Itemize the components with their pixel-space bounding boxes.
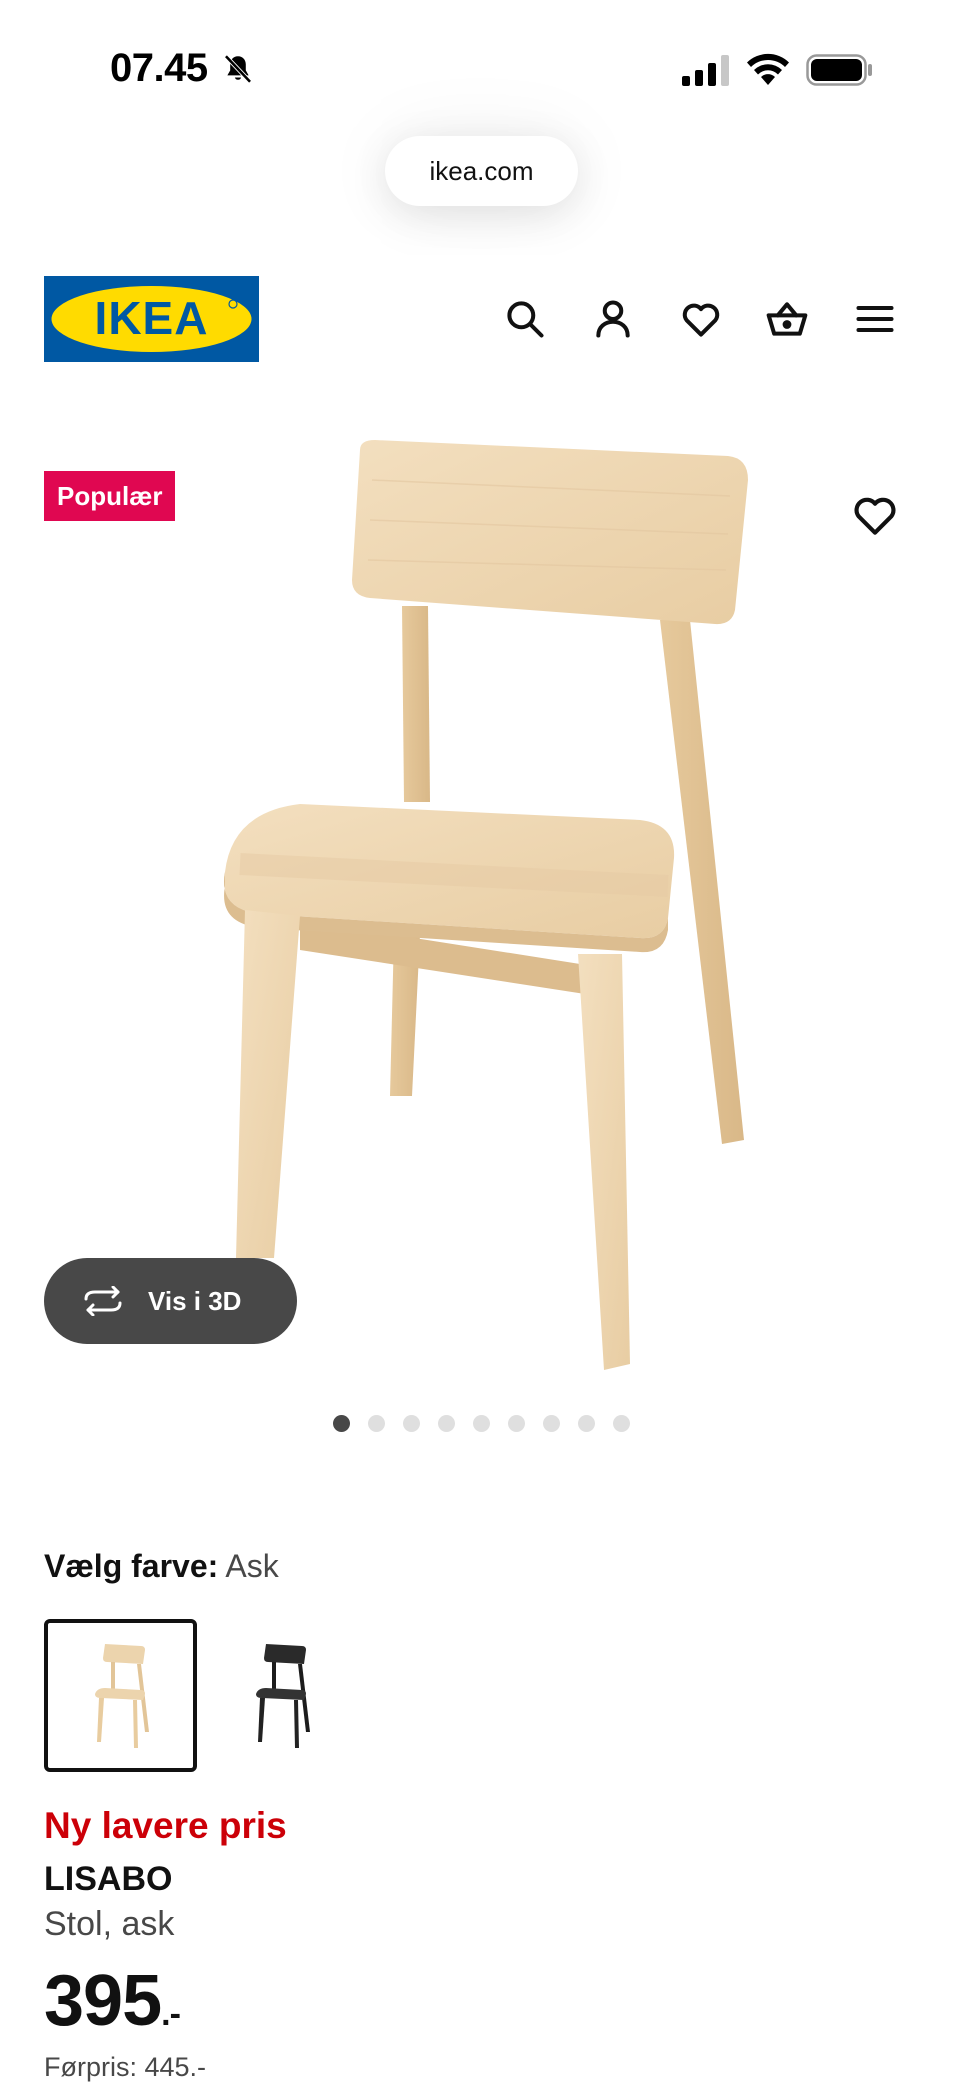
url-bar[interactable]: ikea.com	[385, 136, 578, 206]
account-button[interactable]	[588, 294, 638, 344]
search-button[interactable]	[500, 294, 550, 344]
logo-text: IKEA	[95, 292, 209, 344]
menu-button[interactable]	[850, 294, 900, 344]
status-bar: 07.45	[0, 0, 960, 120]
add-to-wishlist-icon[interactable]	[850, 490, 900, 540]
ikea-logo[interactable]: IKEA	[44, 276, 259, 362]
view-in-3d-label: Vis i 3D	[148, 1285, 242, 1316]
product-name: LISABO	[44, 1860, 173, 1898]
price-value: 395	[44, 1961, 162, 2041]
battery-icon	[806, 54, 872, 86]
colour-selector-label: Vælg farve: Ask	[44, 1548, 279, 1585]
gallery-dot[interactable]	[403, 1415, 420, 1432]
gallery-dot[interactable]	[543, 1415, 560, 1432]
gallery-dot[interactable]	[333, 1415, 350, 1432]
price-suffix: .-	[161, 1995, 181, 2033]
basket-icon	[766, 302, 808, 336]
colour-label-text: Vælg farve:	[44, 1548, 219, 1584]
status-time: 07.45	[110, 46, 208, 90]
previous-price: Førpris: 445.-	[44, 2052, 207, 2082]
product-price: 395.-	[44, 1960, 181, 2042]
gallery-dot[interactable]	[473, 1415, 490, 1432]
gallery-dot[interactable]	[578, 1415, 595, 1432]
gallery-pagination	[333, 1415, 630, 1432]
view-in-3d-button[interactable]: Vis i 3D	[44, 1258, 297, 1344]
colour-swatch-black[interactable]	[205, 1619, 358, 1772]
wishlist-button[interactable]	[676, 294, 726, 344]
search-icon	[507, 301, 544, 338]
wifi-icon	[747, 53, 789, 85]
gallery-dot[interactable]	[368, 1415, 385, 1432]
signal-icon	[682, 55, 729, 86]
gallery-dot[interactable]	[613, 1415, 630, 1432]
bell-muted-icon	[224, 54, 252, 84]
heart-icon	[682, 303, 720, 337]
promo-label: Ny lavere pris	[44, 1805, 287, 1846]
menu-icon	[856, 305, 894, 333]
basket-button[interactable]	[762, 294, 812, 344]
colour-value: Ask	[225, 1548, 279, 1584]
popular-badge: Populær	[44, 471, 176, 521]
product-image[interactable]	[0, 420, 960, 1400]
chair-ash-thumbnail	[94, 1643, 149, 1748]
account-icon	[596, 300, 630, 338]
rotate-3d-icon	[84, 1286, 122, 1316]
colour-swatch-ash[interactable]	[44, 1619, 197, 1772]
chair-black-thumbnail	[255, 1643, 310, 1748]
gallery-dot[interactable]	[508, 1415, 525, 1432]
product-description: Stol, ask	[44, 1905, 175, 1943]
gallery-dot[interactable]	[438, 1415, 455, 1432]
